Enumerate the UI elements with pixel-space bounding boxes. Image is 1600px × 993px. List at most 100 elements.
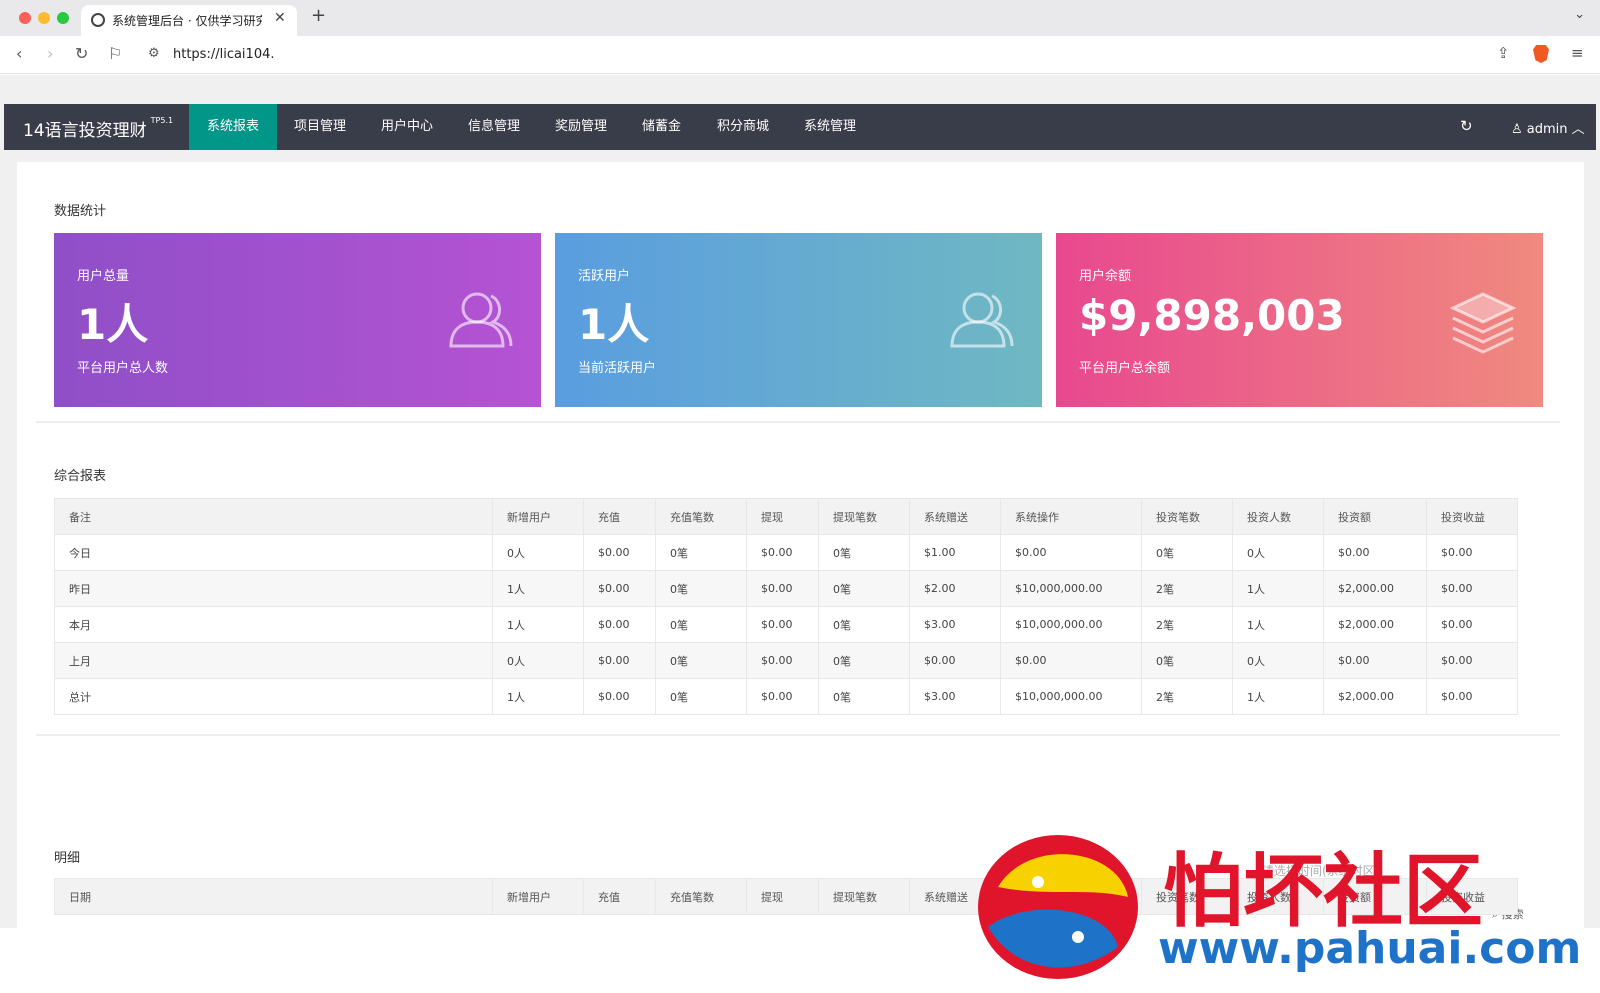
table-cell: $0.00 — [1000, 642, 1142, 679]
tab-title: 系统管理后台 · 仅供学习研究, — [112, 14, 262, 28]
card-subtitle: 平台用户总人数 — [77, 361, 169, 376]
table-cell: 1人 — [1232, 570, 1324, 607]
divider — [36, 421, 1560, 423]
user-menu[interactable]: ♙ admin ︿ — [1511, 118, 1585, 137]
user-icon: ♙ — [1511, 122, 1523, 137]
table-cell: 2笔 — [1141, 678, 1233, 715]
table-cell: 0笔 — [655, 534, 747, 571]
table-row: 上月 0人 $0.00 0笔 $0.00 0笔 $0.00 $0.00 0笔 0人 $0.00 $0.… — [54, 642, 1518, 679]
table-cell: 今日 — [54, 534, 493, 571]
table-cell: 1人 — [492, 606, 584, 643]
table-cell: $0.00 — [583, 570, 656, 607]
table-cell: 2笔 — [1141, 606, 1233, 643]
globe-icon — [91, 13, 105, 27]
table-cell: $0.00 — [1323, 534, 1427, 571]
nav-item-rewards[interactable]: 奖励管理 — [537, 104, 625, 150]
column-header: 投资额 — [1323, 498, 1427, 535]
stat-card-active-users: 活跃用户 1人 当前活跃用户 — [555, 233, 1042, 407]
address-bar: ‹ › ↻ ⚐ ⚙ https://licai104. ⇪ ≡ — [0, 36, 1600, 74]
url-input[interactable]: ⚙ https://licai104. — [138, 40, 1552, 70]
page: 14语言投资理财TP5.1 系统报表 项目管理 用户中心 信息管理 奖励管理 储… — [0, 75, 1600, 979]
table-cell: 0人 — [492, 534, 584, 571]
nav-item-points-mall[interactable]: 积分商城 — [699, 104, 787, 150]
table-cell: $0.00 — [746, 678, 819, 715]
close-tab-icon[interactable]: ✕ — [274, 10, 286, 26]
column-header: 系统赠送 — [909, 498, 1001, 535]
table-cell: $2.00 — [909, 570, 1001, 607]
card-value: 1人 — [578, 300, 650, 349]
nav-item-reports[interactable]: 系统报表 — [189, 104, 278, 150]
column-header: 提现笔数 — [818, 498, 910, 535]
site-settings-icon[interactable]: ⚙ — [148, 46, 160, 61]
table-cell: 0笔 — [818, 606, 910, 643]
column-header: 投资人数 — [1232, 498, 1324, 535]
table-cell: $0.00 — [746, 606, 819, 643]
table-cell: $3.00 — [909, 606, 1001, 643]
card-subtitle: 平台用户总余额 — [1079, 361, 1171, 376]
stat-card-user-balance: 用户余额 $9,898,003 平台用户总余额 — [1056, 233, 1543, 407]
nav-item-info[interactable]: 信息管理 — [450, 104, 538, 150]
maximize-window-button[interactable] — [57, 12, 69, 24]
watermark-url: www.pahuai.com — [1158, 923, 1582, 974]
minimize-window-button[interactable] — [38, 12, 50, 24]
table-cell: $0.00 — [583, 642, 656, 679]
table-cell: 0笔 — [818, 534, 910, 571]
users-icon — [950, 292, 1014, 348]
close-window-button[interactable] — [19, 12, 31, 24]
table-cell: 0笔 — [818, 570, 910, 607]
column-header: 系统操作 — [1000, 498, 1142, 535]
nav-item-savings[interactable]: 储蓄金 — [624, 104, 699, 150]
table-cell: $2,000.00 — [1323, 570, 1427, 607]
table-cell: 上月 — [54, 642, 493, 679]
user-name: admin — [1526, 122, 1568, 137]
table-cell: 0人 — [1232, 642, 1324, 679]
table-cell: 0人 — [1232, 534, 1324, 571]
column-header: 充值 — [583, 498, 656, 535]
table-cell: 1人 — [492, 570, 584, 607]
table-cell: 1人 — [1232, 678, 1324, 715]
column-header: 充值笔数 — [655, 878, 747, 915]
chevron-up-icon: ︿ — [1571, 122, 1585, 137]
new-tab-button[interactable]: + — [311, 5, 326, 26]
chevron-down-icon[interactable]: ⌄ — [1574, 7, 1585, 22]
browser-tab[interactable]: 系统管理后台 · 仅供学习研究, ✕ — [81, 5, 297, 36]
main-content: 数据统计 用户总量 1人 平台用户总人数 活跃用户 1人 当前活跃用户 用户余额… — [17, 162, 1584, 942]
column-header: 投资笔数 — [1141, 498, 1233, 535]
table-cell: 0笔 — [1141, 534, 1233, 571]
table-cell: $0.00 — [1426, 534, 1518, 571]
table-cell: $0.00 — [1323, 642, 1427, 679]
logo-version: TP5.1 — [150, 116, 174, 125]
column-header: 充值 — [583, 878, 656, 915]
refresh-icon[interactable]: ↻ — [1460, 117, 1473, 135]
table-cell: $0.00 — [746, 642, 819, 679]
top-navigation: 14语言投资理财TP5.1 系统报表 项目管理 用户中心 信息管理 奖励管理 储… — [4, 104, 1596, 150]
reload-icon[interactable]: ↻ — [75, 44, 88, 63]
users-icon — [449, 292, 513, 348]
table-cell: 1人 — [492, 678, 584, 715]
table-cell: 0笔 — [655, 678, 747, 715]
column-header: 提现 — [746, 498, 819, 535]
nav-item-projects[interactable]: 项目管理 — [276, 104, 364, 150]
back-icon[interactable]: ‹ — [16, 44, 22, 63]
bookmark-icon[interactable]: ⚐ — [108, 44, 122, 63]
nav-item-users[interactable]: 用户中心 — [363, 104, 451, 150]
table-cell: $0.00 — [1426, 570, 1518, 607]
table-cell: 0笔 — [818, 642, 910, 679]
table-cell: $0.00 — [1426, 678, 1518, 715]
divider — [36, 734, 1560, 736]
table-cell: $0.00 — [746, 570, 819, 607]
forward-icon[interactable]: › — [47, 44, 53, 63]
menu-icon[interactable]: ≡ — [1571, 44, 1584, 62]
brave-shield-icon[interactable] — [1533, 45, 1549, 63]
table-cell: 0笔 — [818, 678, 910, 715]
table-cell: 0笔 — [1141, 642, 1233, 679]
nav-item-system[interactable]: 系统管理 — [786, 104, 874, 150]
share-icon[interactable]: ⇪ — [1497, 44, 1510, 62]
fish-logo-icon — [978, 835, 1138, 979]
table-cell: $0.00 — [746, 534, 819, 571]
layers-icon — [1449, 292, 1517, 354]
table-cell: $0.00 — [1426, 642, 1518, 679]
report-table: 备注 新增用户 充值 充值笔数 提现 提现笔数 系统赠送 系统操作 投资笔数 投资人数 投资额 投资收… — [54, 498, 1518, 715]
table-cell: 总计 — [54, 678, 493, 715]
watermark: 怕坏社区 www.pahuai.com — [968, 827, 1600, 993]
